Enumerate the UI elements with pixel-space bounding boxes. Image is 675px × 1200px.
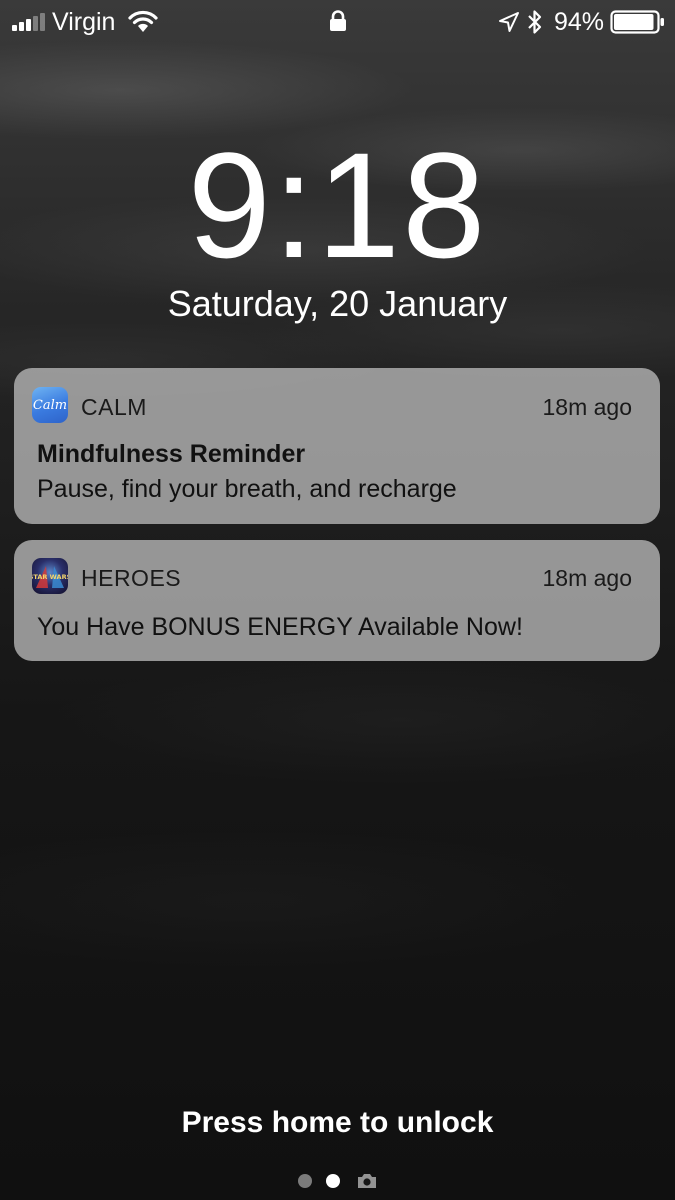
page-indicator[interactable] xyxy=(298,1172,378,1190)
svg-text:STAR WARS: STAR WARS xyxy=(32,573,68,581)
notification-calm[interactable]: Calm CALM 18m ago Mindfulness Reminder P… xyxy=(14,368,660,524)
lock-icon xyxy=(330,10,346,31)
lock-screen-clock: 9:18 xyxy=(187,121,488,289)
signal-icon xyxy=(12,13,45,31)
notification-body: Pause, find your breath, and recharge xyxy=(37,475,457,503)
notification-app-name: HEROES xyxy=(81,565,182,591)
page-dot-active[interactable] xyxy=(326,1174,340,1188)
heroes-artwork-icon: STAR WARS xyxy=(32,566,68,588)
notification-body: You Have BONUS ENERGY Available Now! xyxy=(37,613,523,641)
star-wars-heroes-app-icon: STAR WARS xyxy=(32,558,68,594)
notification-title: Mindfulness Reminder xyxy=(37,440,306,468)
location-icon xyxy=(499,12,519,32)
unlock-hint: Press home to unlock xyxy=(181,1106,494,1139)
bluetooth-icon xyxy=(528,10,542,34)
status-bar: Virgin 94% xyxy=(0,0,675,44)
battery-percent: 94% xyxy=(554,8,605,36)
wifi-icon xyxy=(128,10,158,32)
lock-screen-date: Saturday, 20 January xyxy=(167,283,508,324)
camera-icon[interactable] xyxy=(356,1172,378,1190)
notification-heroes[interactable]: STAR WARS HEROES 18m ago You Have BONUS … xyxy=(14,540,660,661)
notification-time: 18m ago xyxy=(542,565,632,591)
notification-time: 18m ago xyxy=(542,394,632,420)
calm-app-icon: Calm xyxy=(32,387,68,423)
battery-icon xyxy=(610,10,664,34)
carrier-name: Virgin xyxy=(52,8,116,36)
page-dot[interactable] xyxy=(298,1174,312,1188)
notification-app-name: CALM xyxy=(81,394,147,420)
